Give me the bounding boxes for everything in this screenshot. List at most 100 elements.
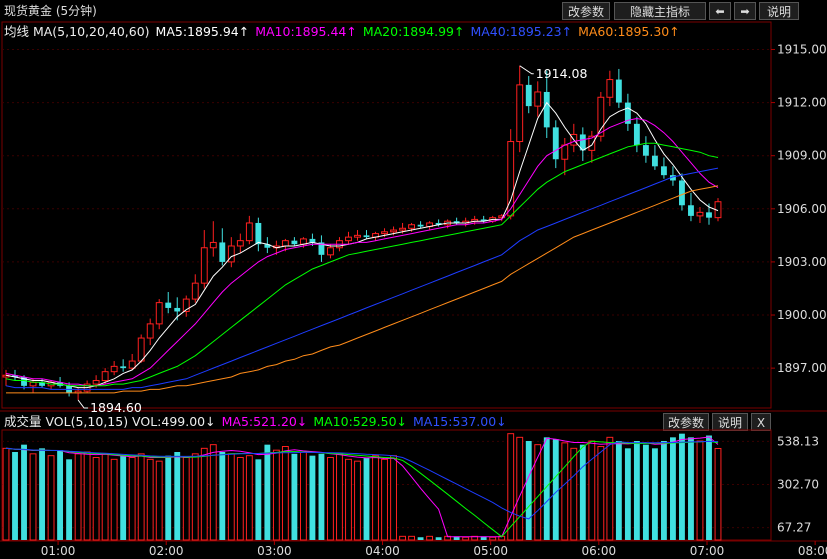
volume-bar: [688, 437, 694, 540]
volume-bar: [219, 452, 226, 540]
candle-up: [534, 91, 542, 107]
ma40-line: [5, 167, 719, 390]
volume-bar: [128, 457, 136, 541]
candle-up: [327, 247, 334, 256]
volume-bar: [354, 460, 361, 541]
volume-bar: [660, 441, 667, 540]
volume-bar: [245, 455, 253, 541]
volume-bar: [426, 535, 434, 541]
volume-bar: [561, 442, 569, 541]
candle-up: [191, 282, 199, 300]
volume-bar: [209, 444, 217, 541]
volume-bar: [29, 453, 37, 541]
volume-bar: [417, 537, 424, 540]
volume-bar: [318, 453, 325, 540]
volume-bar: [615, 441, 622, 540]
high-marker: [519, 65, 534, 75]
volume-bar: [236, 457, 244, 541]
candle-down: [174, 307, 181, 312]
candle-up: [110, 365, 118, 373]
volume-bar: [390, 455, 397, 541]
candle-up: [408, 224, 415, 229]
candle-up: [516, 84, 524, 143]
volume-bar: [146, 458, 154, 541]
volume-bar: [255, 459, 262, 540]
volume-bar: [200, 447, 208, 541]
volume-bar: [191, 453, 199, 541]
volume-bar: [92, 457, 100, 541]
volume-tick-label: 302.70: [777, 478, 819, 492]
candle-up: [281, 240, 289, 247]
volume-bar: [264, 444, 271, 540]
ma5-line: [5, 101, 719, 389]
volume-bar: [345, 458, 352, 541]
candle-down: [291, 240, 298, 245]
volume-bar: [12, 452, 18, 540]
volume-bar: [670, 437, 676, 540]
volume-bar: [624, 448, 631, 540]
volume-bar: [110, 458, 118, 541]
candle-down: [642, 145, 649, 156]
price-tick-label: 1909.00: [777, 149, 827, 163]
volume-bar: [165, 455, 172, 540]
volume-bar: [281, 446, 289, 541]
time-tick-label: 06:00: [582, 544, 617, 558]
volume-bar: [174, 452, 181, 540]
candle-down: [363, 235, 370, 238]
price-panel-frame: [1, 21, 772, 409]
volume-bar: [309, 455, 316, 540]
price-tick-label: 1915.00: [777, 42, 827, 56]
volume-bar: [227, 453, 235, 541]
volume-bar: [706, 435, 712, 540]
candle-up: [696, 211, 704, 217]
high-label: 1914.08: [536, 66, 588, 81]
price-tick-label: 1912.00: [777, 96, 827, 110]
price-tick-label: 1900.00: [777, 308, 827, 322]
volume-bar: [642, 444, 649, 540]
time-tick-label: 04:00: [365, 544, 400, 558]
candle-down: [543, 91, 550, 128]
candle-up: [561, 144, 569, 160]
volume-bar: [489, 536, 497, 541]
volume-bar: [327, 457, 334, 541]
time-tick-label: 02:00: [149, 544, 184, 558]
volume-bar: [155, 460, 163, 541]
volume-bar: [363, 457, 370, 540]
time-tick-label: 05:00: [473, 544, 508, 558]
candle-up: [101, 371, 109, 382]
volume-bar: [272, 449, 280, 541]
candle-up: [128, 360, 136, 369]
candle-down: [651, 155, 658, 167]
candle-down: [679, 180, 685, 206]
volume-bar: [47, 455, 55, 541]
candle-down: [660, 166, 667, 176]
candle-up: [209, 241, 217, 249]
volume-bar: [299, 451, 307, 541]
volume-bar: [408, 535, 415, 541]
low-marker: [77, 399, 89, 409]
candle-up: [92, 380, 100, 385]
volume-bar: [137, 453, 145, 541]
time-tick-label: 07:00: [690, 544, 725, 558]
candle-up: [606, 79, 614, 98]
volume-bar: [66, 459, 73, 540]
volume-bar: [696, 440, 704, 541]
candle-down: [706, 212, 712, 218]
volume-bar: [399, 535, 406, 541]
candle-down: [219, 242, 226, 262]
time-tick-label: 03:00: [257, 544, 292, 558]
volume-bar: [534, 444, 542, 541]
candle-down: [417, 224, 424, 227]
volume-bar: [39, 448, 45, 540]
volume-bar: [182, 457, 190, 541]
candle-down: [525, 84, 532, 107]
volume-bar: [714, 448, 722, 541]
candle-down: [552, 127, 559, 160]
candle-down: [165, 302, 172, 308]
candle-up: [597, 96, 605, 137]
volume-bar: [372, 455, 379, 541]
volume-bar: [21, 444, 27, 540]
volume-bar: [633, 441, 640, 540]
low-label: 1894.60: [90, 400, 142, 415]
candle-up: [245, 222, 253, 242]
